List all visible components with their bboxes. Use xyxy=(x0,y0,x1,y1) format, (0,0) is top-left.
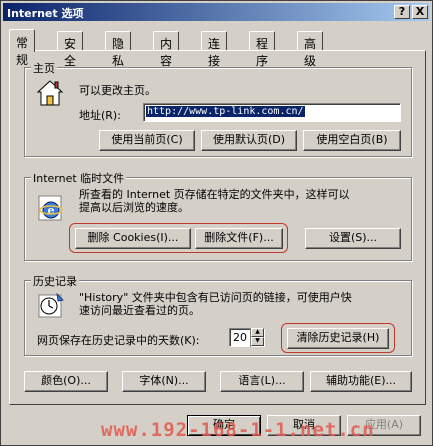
colors-button[interactable]: 颜色(O)... xyxy=(24,371,108,392)
tab-general[interactable]: 常规 xyxy=(9,29,36,67)
tab-advanced[interactable]: 高级 xyxy=(297,31,324,68)
window-title: Internet 选项 xyxy=(7,7,84,20)
temp-files-description-2: 提高以后浏览的速度。 xyxy=(79,201,189,214)
temp-files-group-title: Internet 临时文件 xyxy=(31,170,127,186)
languages-button[interactable]: 语言(L)... xyxy=(220,371,304,392)
history-clock-icon xyxy=(38,292,64,318)
days-label: 网页保存在历史记录中的天数(K): xyxy=(37,334,200,347)
days-value: 20 xyxy=(233,331,247,344)
days-spin-buttons[interactable]: ▲ ▼ xyxy=(250,328,264,347)
history-description-2: 速访问最近查看过的页。 xyxy=(79,304,200,317)
use-blank-button[interactable]: 使用空白页(B) xyxy=(303,130,401,151)
tab-privacy[interactable]: 隐私 xyxy=(105,31,132,68)
site-watermark: www.192-168-1-1.net.cn xyxy=(101,419,375,441)
tab-content[interactable]: 内容 xyxy=(153,31,180,68)
homepage-group-title: 主页 xyxy=(31,60,57,76)
address-value: http://www.tp-link.com.cn/ xyxy=(146,106,305,117)
fonts-button[interactable]: 字体(N)... xyxy=(122,371,206,392)
home-icon xyxy=(36,80,64,106)
internet-explorer-icon: e xyxy=(38,195,63,221)
help-button[interactable]: ? xyxy=(394,5,410,19)
general-tab-panel: 主页 可以更改主页。 地址(R): http://www.tp-link.com… xyxy=(9,50,426,405)
clear-history-button[interactable]: 清除历史记录(H) xyxy=(287,328,389,349)
tab-security[interactable]: 安全 xyxy=(57,31,84,68)
spin-down-icon[interactable]: ▼ xyxy=(251,337,264,346)
accessibility-button[interactable]: 辅助功能(E)... xyxy=(310,371,412,392)
use-current-button[interactable]: 使用当前页(C) xyxy=(99,130,195,151)
delete-cookies-button[interactable]: 删除 Cookies(I)... xyxy=(75,228,191,249)
homepage-group: 主页 可以更改主页。 地址(R): http://www.tp-link.com… xyxy=(24,60,412,157)
history-group: 历史记录 "History" 文件夹中包含有已访问页的链接，可使用户快 速访问最… xyxy=(24,273,412,356)
tab-programs[interactable]: 程序 xyxy=(249,31,276,68)
days-stepper[interactable]: 20 ▲ ▼ xyxy=(229,328,265,347)
homepage-description: 可以更改主页。 xyxy=(79,84,156,97)
internet-options-dialog: Internet 选项 ? X 常规 安全 隐私 内容 连接 程序 高级 主页 … xyxy=(0,0,433,446)
close-button[interactable]: X xyxy=(412,5,428,19)
address-label: 地址(R): xyxy=(79,109,121,122)
spin-up-icon[interactable]: ▲ xyxy=(251,328,264,337)
temp-files-settings-button[interactable]: 设置(S)... xyxy=(305,228,401,249)
history-group-title: 历史记录 xyxy=(31,273,79,289)
title-bar[interactable]: Internet 选项 ? X xyxy=(3,3,430,21)
delete-files-button[interactable]: 删除文件(F)... xyxy=(195,228,283,249)
temp-files-group: Internet 临时文件 e 所查看的 Internet 页存储在特定的文件夹… xyxy=(24,170,412,261)
use-default-button[interactable]: 使用默认页(D) xyxy=(201,130,297,151)
address-input[interactable]: http://www.tp-link.com.cn/ xyxy=(143,103,401,122)
tab-connections[interactable]: 连接 xyxy=(201,31,228,68)
